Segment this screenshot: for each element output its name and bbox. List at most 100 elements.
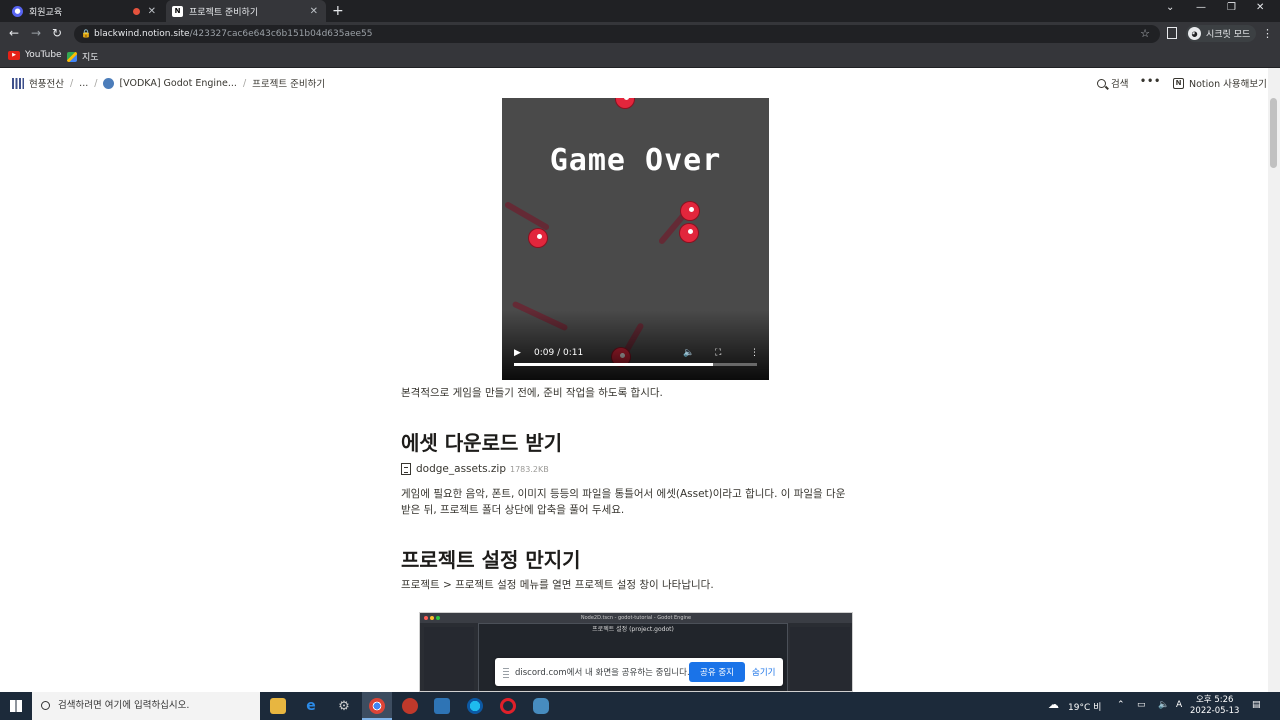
profile-label: 시크릿 모드 [1206,30,1251,40]
new-tab-button[interactable]: + [332,3,344,19]
breadcrumb-workspace[interactable]: 현풍전산 [29,76,64,90]
chrome-icon[interactable] [369,698,385,714]
browser-menu-icon[interactable]: ⋮ [1262,27,1273,40]
breadcrumb-current[interactable]: 프로젝트 준비하기 [252,76,325,90]
screenshot-scene-panel [424,627,474,691]
notion-search-button[interactable]: 검색 [1097,76,1128,90]
game-app-icon[interactable] [402,698,418,714]
search-icon [41,701,50,710]
taskbar-search-box[interactable]: 검색하려면 여기에 입력하십시오. [32,692,260,720]
enemy-mob [616,98,634,108]
opera-icon[interactable] [500,698,516,714]
breadcrumb-separator: / [69,77,74,89]
fullscreen-icon[interactable]: ⛶ [715,348,721,358]
tab-title: 회원교육 [29,7,63,18]
url-bar[interactable]: 🔒 blackwind.notion.site/423327cac6e643c6… [74,25,1160,43]
godot-page-icon [103,77,115,89]
tab-title: 프로젝트 준비하기 [189,7,259,18]
minimize-button[interactable]: — [1196,2,1206,13]
clock-date: 2022-05-13 [1190,706,1240,716]
incognito-profile-button[interactable]: ◕ 시크릿 모드 [1186,25,1257,42]
close-window-button[interactable]: ✕ [1256,2,1264,13]
tab-search-icon[interactable]: ⌄ [1166,2,1174,13]
clock-time: 오후 5:26 [1195,695,1234,705]
tab-strip: ● 회원교육 ✕ N 프로젝트 준비하기 ✕ + ⌄ — ❐ ✕ [0,0,1280,22]
file-explorer-icon[interactable] [270,698,286,714]
breadcrumb-separator: / [242,77,247,89]
assets-paragraph: 게임에 필요한 음악, 폰트, 이미지 등등의 파일을 통틀어서 에셋(Asse… [401,486,871,518]
notification-icon[interactable]: ▤ [1252,700,1261,710]
scrollbar-thumb[interactable] [1270,98,1277,168]
try-notion-label: Notion 사용해보기 [1189,79,1267,90]
windows-start-icon[interactable] [10,700,22,712]
mute-icon[interactable]: 🔈 [683,348,694,358]
bookmark-maps[interactable]: 지도 [67,50,99,63]
breadcrumb-ellipsis[interactable]: ... [79,78,88,89]
close-tab-icon[interactable]: ✕ [148,6,156,17]
try-notion-button[interactable]: N Notion 사용해보기 [1173,76,1267,90]
incognito-icon: ◕ [1188,27,1201,40]
enemy-mob [680,224,698,242]
drag-handle-icon[interactable] [503,666,509,678]
search-icon [1097,78,1106,88]
gameplay-video[interactable]: Game Over ▶ 0:09 / 0:11 🔈 ⛶ ⋮ [502,98,769,380]
window-dot-icon [436,616,440,620]
edge-legacy-icon[interactable]: e [303,698,319,714]
share-message: discord.com에서 내 화면을 공유하는 중입니다. [515,668,690,678]
reload-button[interactable]: ↻ [52,26,62,40]
screenshot-dialog-title: 프로젝트 설정 (project.godot) [592,626,674,633]
windows-taskbar: 검색하려면 여기에 입력하십시오. e ⚙ ☁ 19°C 비 ⌃ ▭ 🔈 A 오… [0,692,1280,720]
back-button[interactable]: ← [9,26,19,40]
play-icon[interactable]: ▶ [514,348,521,358]
tab-member-education[interactable]: ● 회원교육 ✕ [4,0,164,22]
volume-icon[interactable]: 🔈 [1158,700,1169,710]
close-tab-icon[interactable]: ✕ [310,6,318,17]
bookmark-youtube[interactable]: ▶ YouTube [8,50,62,60]
godot-icon[interactable] [533,698,549,714]
project-settings-paragraph: 프로젝트 > 프로젝트 설정 메뉴를 열면 프로젝트 설정 창이 나타납니다. [401,579,714,591]
notion-logo-icon: N [1173,77,1184,89]
assets-paragraph-line: 게임에 필요한 음악, 폰트, 이미지 등등의 파일을 통틀어서 에셋(Asse… [401,488,846,500]
file-size: 1783.2KB [509,464,549,474]
tray-expand-icon[interactable]: ⌃ [1117,700,1125,710]
video-progress-fill [514,363,714,366]
stop-sharing-button[interactable]: 공유 중지 [689,662,745,682]
bookmarks-bar: ▶ YouTube 지도 [0,46,1280,68]
tab-project-prep[interactable]: N 프로젝트 준비하기 ✕ [166,0,326,22]
breadcrumb-godot[interactable]: [VODKA] Godot Engine... [119,78,237,89]
intro-paragraph: 본격적으로 게임을 만들기 전에, 준비 작업을 하도록 합시다. [401,387,663,399]
controls-gradient [502,310,769,380]
forward-button[interactable]: → [31,26,41,40]
bookmark-star-icon[interactable]: ☆ [1140,25,1150,43]
enemy-mob [681,202,699,220]
breadcrumb-separator: / [94,77,98,89]
file-attachment[interactable]: dodge_assets.zip 1783.2KB [401,463,871,475]
bookmark-label: 지도 [82,53,99,63]
taskbar-clock[interactable]: 오후 5:26 2022-05-13 [1190,695,1239,717]
notion-favicon-icon: N [172,5,183,17]
more-options-button[interactable]: ••• [1140,76,1161,87]
video-options-icon[interactable]: ⋮ [750,348,759,358]
breadcrumb: 현풍전산 / ... / [VODKA] Godot Engine... / 프… [12,76,325,90]
screenshot-window-title: Node2D.tscn - godot-tutorial - Godot Eng… [420,613,852,623]
assets-paragraph-line: 받은 뒤, 프로젝트 폴더 상단에 압축을 풀어 두세요. [401,504,625,516]
window-dot-icon [430,616,434,620]
settings-gear-icon[interactable]: ⚙ [336,698,352,714]
video-progress-bar[interactable] [514,363,757,366]
url-path: /423327cac6e643c6b151b04d635aee55 [189,29,373,39]
bookmark-label: YouTube [25,50,62,60]
hide-button[interactable]: 숨기기 [752,666,775,678]
workspace-icon [12,77,24,89]
weather-text[interactable]: 19°C 비 [1068,700,1101,713]
ime-icon[interactable]: A [1176,700,1182,710]
network-icon[interactable]: ▭ [1137,700,1146,710]
mob-trail [503,200,551,232]
edge-icon[interactable] [467,698,483,714]
game-over-text: Game Over [549,143,722,178]
side-panel-icon[interactable] [1167,27,1177,39]
restore-button[interactable]: ❐ [1227,2,1236,13]
discord-icon: ● [12,5,23,17]
enemy-mob [529,229,547,247]
ide-app-icon[interactable] [434,698,450,714]
screenshot-inspector-panel [790,627,850,691]
